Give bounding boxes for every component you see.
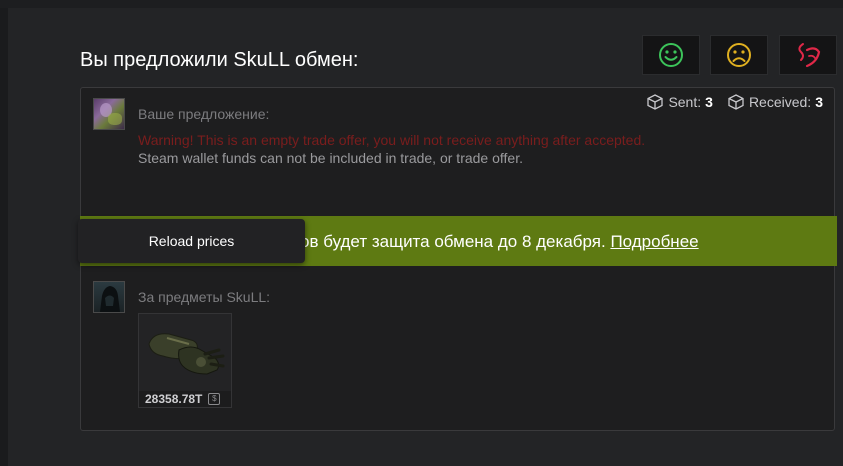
banner-more-link[interactable]: Подробнее xyxy=(610,232,698,251)
hooded-figure-icon xyxy=(100,286,120,312)
sent-stat: Sent: 3 xyxy=(646,93,713,111)
item-price: 28358.78T xyxy=(145,392,203,406)
sad-reaction-button[interactable] xyxy=(710,35,768,75)
angry-reaction-button[interactable] xyxy=(779,35,837,75)
angry-icon xyxy=(798,43,821,68)
box-received-icon xyxy=(728,94,744,110)
wallet-info: Steam wallet funds can not be included i… xyxy=(138,150,523,166)
trade-item[interactable]: 28358.78T $ xyxy=(138,313,232,408)
left-edge xyxy=(0,0,8,466)
gloves-icon xyxy=(148,333,225,375)
empty-offer-warning: Warning! This is an empty trade offer, y… xyxy=(138,132,646,148)
banner-text: ов будет защита обмена до 8 декабря. Под… xyxy=(300,232,699,252)
received-stat: Received: 3 xyxy=(727,93,823,111)
sent-value: 3 xyxy=(705,94,713,110)
partner-avatar[interactable] xyxy=(93,281,125,313)
reload-prices-button[interactable]: Reload prices xyxy=(78,219,305,263)
their-offer-label: За предметы SkuLL: xyxy=(138,289,271,305)
received-label: Received: xyxy=(748,94,812,110)
your-avatar[interactable] xyxy=(93,98,125,130)
box-sent-icon xyxy=(647,94,664,110)
trade-stats: Sent: 3 Received: 3 xyxy=(646,93,823,111)
happy-face-icon xyxy=(659,43,683,67)
happy-reaction-button[interactable] xyxy=(642,35,700,75)
top-edge xyxy=(0,0,843,8)
currency-icon: $ xyxy=(208,393,221,405)
page-title: Вы предложили SkuLL обмен: xyxy=(80,49,359,71)
received-value: 3 xyxy=(815,94,823,110)
item-price-bar: 28358.78T $ xyxy=(139,391,231,407)
sad-face-icon xyxy=(727,43,751,67)
banner-message: ов будет защита обмена до 8 декабря. xyxy=(300,232,606,251)
your-offer-label: Ваше предложение: xyxy=(138,106,270,122)
sent-label: Sent: xyxy=(668,94,702,110)
